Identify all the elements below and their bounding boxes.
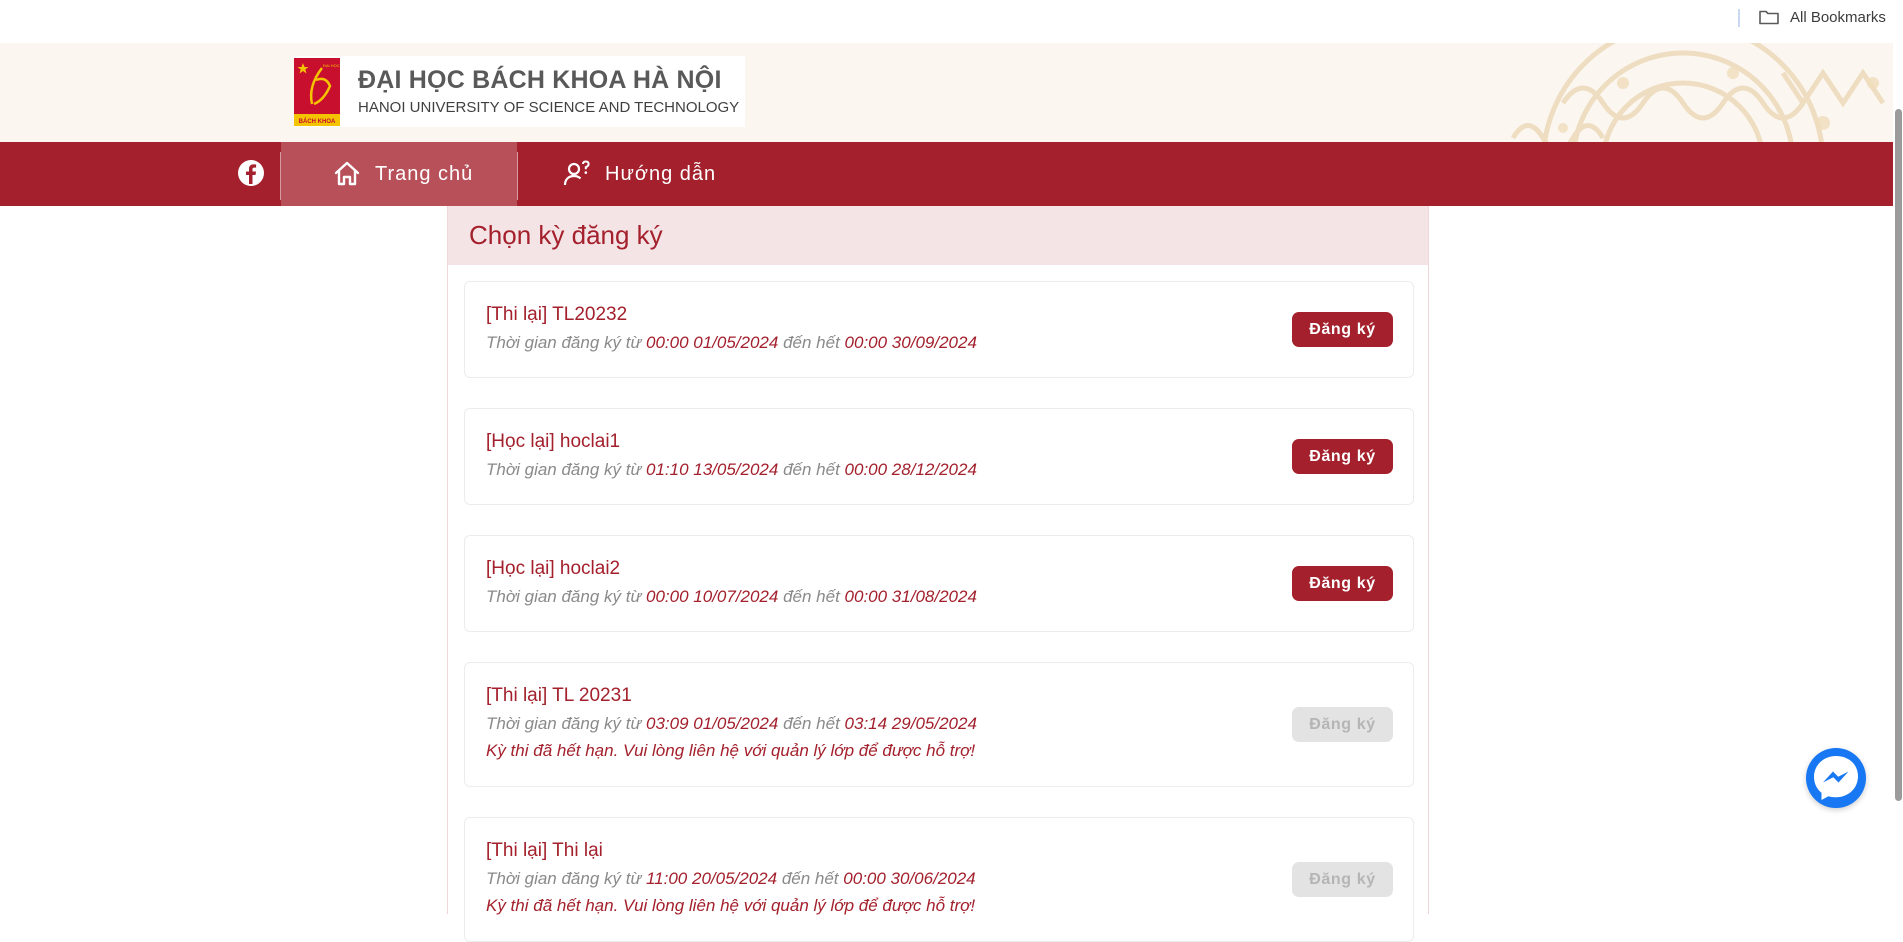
- university-logo[interactable]: ĐẠI HỌC BÁCH KHOA ĐẠI HỌC BÁCH KHOA HÀ N…: [294, 56, 746, 127]
- register-button-disabled: Đăng ký: [1292, 707, 1393, 742]
- register-button[interactable]: Đăng ký: [1292, 439, 1393, 474]
- page-scrollbar[interactable]: [1893, 43, 1903, 914]
- messenger-icon: [1814, 756, 1858, 800]
- period-name: [Học lại] hoclai2: [486, 558, 621, 579]
- period-name: [Thi lại] TL 20231: [486, 685, 632, 706]
- period-card: [Thi lại] TL 20231 Thời gian đăng ký từ …: [464, 662, 1414, 787]
- period-card: [Học lại] hoclai1 Thời gian đăng ký từ 0…: [464, 408, 1414, 505]
- svg-text:BÁCH KHOA: BÁCH KHOA: [299, 118, 336, 125]
- period-time: Thời gian đăng ký từ 00:00 10/07/2024 đế…: [486, 587, 977, 606]
- site-header: [0, 43, 1903, 142]
- facebook-icon[interactable]: [236, 158, 266, 188]
- university-subtitle: HANOI UNIVERSITY OF SCIENCE AND TECHNOLO…: [358, 98, 740, 116]
- home-icon: [334, 161, 360, 186]
- hust-emblem-icon: ĐẠI HỌC BÁCH KHOA: [294, 57, 340, 126]
- panel-title: Chọn kỳ đăng ký: [469, 220, 663, 250]
- period-time: Thời gian đăng ký từ 01:10 13/05/2024 đế…: [486, 460, 977, 479]
- register-button-disabled: Đăng ký: [1292, 862, 1393, 897]
- main-nav: Trang chủ Hướng dẫn: [0, 142, 1903, 206]
- university-title: ĐẠI HỌC BÁCH KHOA HÀ NỘI: [358, 66, 722, 95]
- period-card: [Thi lại] Thi lại Thời gian đăng ký từ 1…: [464, 817, 1414, 942]
- all-bookmarks-button[interactable]: All Bookmarks: [1758, 6, 1886, 28]
- expired-note: Kỳ thi đã hết hạn. Vui lòng liên hệ với …: [486, 896, 976, 915]
- folder-icon: [1759, 10, 1779, 25]
- registration-panel: Chọn kỳ đăng ký [Thi lại] TL20232 Thời g…: [447, 206, 1429, 942]
- messenger-chat-button[interactable]: [1806, 748, 1866, 808]
- period-card: [Thi lại] TL20232 Thời gian đăng ký từ 0…: [464, 281, 1414, 378]
- period-name: [Thi lại] Thi lại: [486, 840, 603, 861]
- panel-header: Chọn kỳ đăng ký: [448, 206, 1428, 265]
- all-bookmarks-label: All Bookmarks: [1790, 8, 1886, 26]
- bookmarks-bar: All Bookmarks: [0, 0, 1903, 43]
- period-time: Thời gian đăng ký từ 11:00 20/05/2024 đế…: [486, 869, 976, 888]
- bookmarks-divider: [1738, 9, 1740, 27]
- period-card: [Học lại] hoclai2 Thời gian đăng ký từ 0…: [464, 535, 1414, 632]
- period-time: Thời gian đăng ký từ 03:09 01/05/2024 đế…: [486, 714, 977, 733]
- tab-label: Hướng dẫn: [605, 162, 717, 185]
- register-button[interactable]: Đăng ký: [1292, 566, 1393, 601]
- expired-note: Kỳ thi đã hết hạn. Vui lòng liên hệ với …: [486, 741, 976, 760]
- header-decorative-pattern: [1263, 43, 1903, 142]
- period-time: Thời gian đăng ký từ 00:00 01/05/2024 đế…: [486, 333, 977, 352]
- register-button[interactable]: Đăng ký: [1292, 312, 1393, 347]
- period-name: [Thi lại] TL20232: [486, 304, 628, 325]
- nav-separator: [517, 152, 518, 200]
- tab-trang-chu[interactable]: Trang chủ: [281, 142, 517, 206]
- period-name: [Học lại] hoclai1: [486, 431, 621, 452]
- svg-text:ĐẠI HỌC: ĐẠI HỌC: [323, 63, 340, 68]
- scrollbar-thumb[interactable]: [1895, 109, 1902, 801]
- user-question-icon: [563, 160, 590, 186]
- tab-huong-dan[interactable]: Hướng dẫn: [563, 142, 716, 206]
- tab-label: Trang chủ: [375, 162, 474, 185]
